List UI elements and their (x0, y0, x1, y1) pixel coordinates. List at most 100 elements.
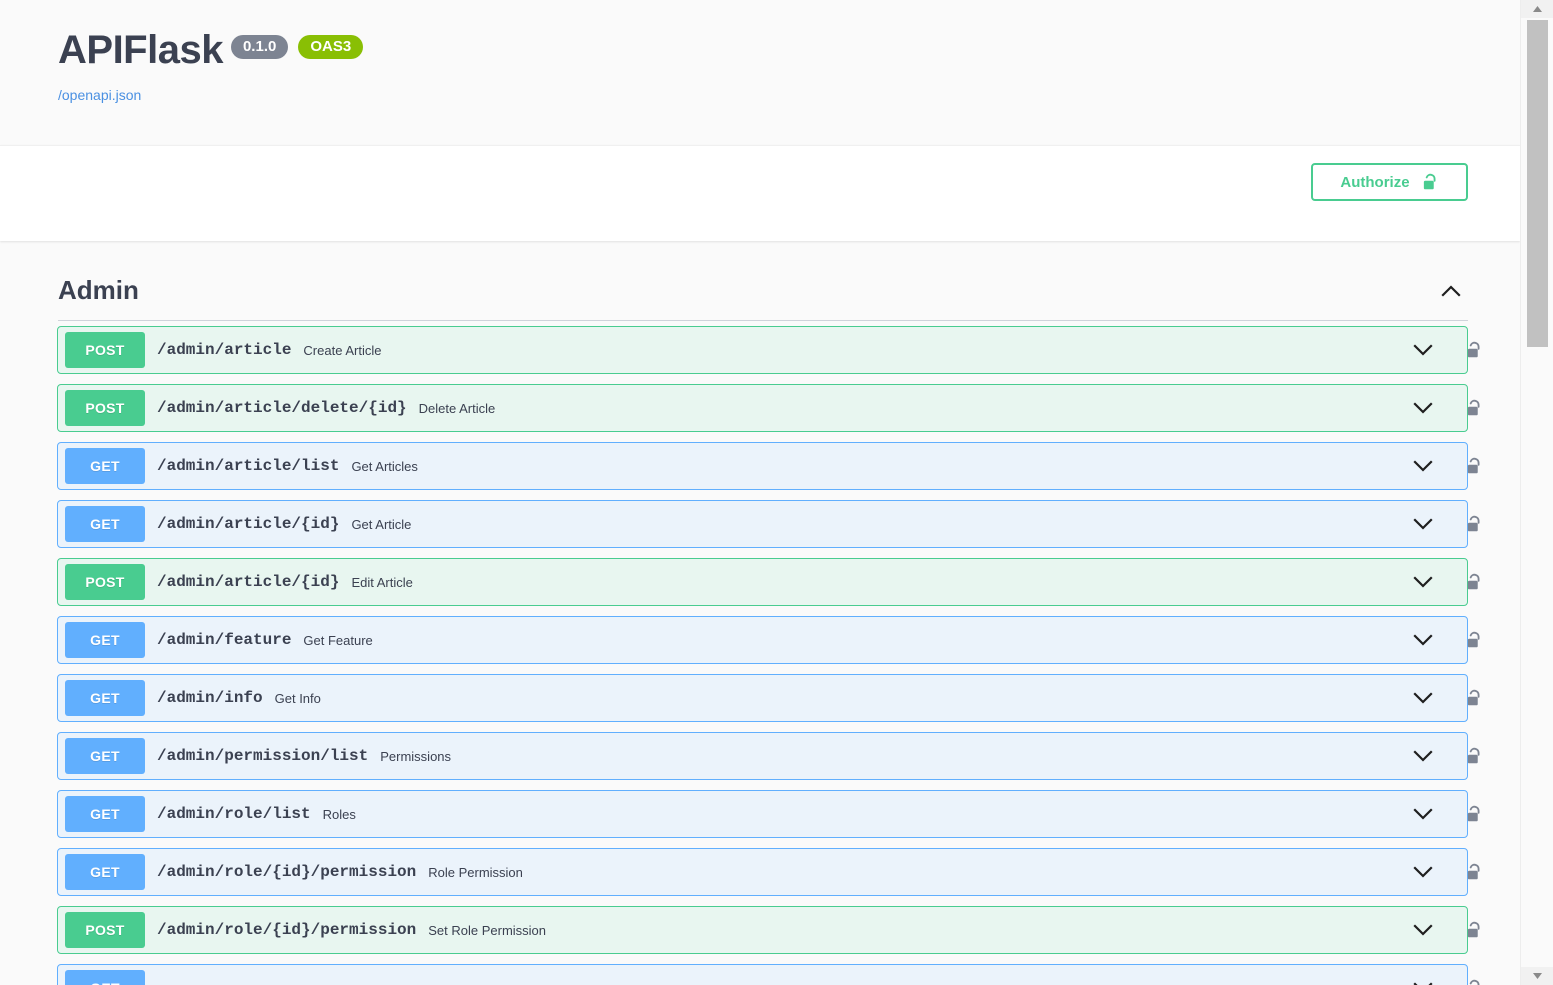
chevron-down-icon[interactable] (1413, 340, 1433, 360)
authorize-bar: Authorize (0, 145, 1520, 241)
api-version-badge: 0.1.0 (230, 35, 289, 59)
operation-row[interactable]: GET/admin/role/{id}/permission Role Permi… (57, 848, 1480, 896)
operation-method-badge: GET (65, 738, 145, 774)
operation-path: /admin/role/{id}/permission (157, 863, 417, 881)
operation-row[interactable]: GET/admin/permission/list Permissions (57, 732, 1480, 780)
operation-summary: Delete Article (418, 400, 496, 416)
operation-method-badge: GET (65, 970, 145, 985)
unlocked-padlock-icon (1422, 173, 1439, 192)
operation-method-badge: POST (65, 912, 145, 948)
operation-method-badge: GET (65, 796, 145, 832)
operation-path: /admin/role/list (157, 805, 311, 823)
operation-path: /admin/article/{id} (157, 573, 340, 591)
operation-method-badge: GET (65, 448, 145, 484)
operation-summary: Set Role Permission (428, 922, 547, 938)
operation-summary: Role Permission (428, 864, 523, 880)
authorize-button[interactable]: Authorize (1311, 163, 1468, 201)
operation-method-badge: GET (65, 854, 145, 890)
unlocked-padlock-icon[interactable] (1463, 629, 1485, 651)
api-title-row: APIFlask 0.1.0 OAS3 (58, 30, 1520, 71)
unlocked-padlock-icon[interactable] (1463, 339, 1485, 361)
operation-block: GET/admin/feature Get Feature (57, 611, 1480, 669)
operation-row[interactable]: POST/admin/article/delete/{id} Delete Art… (57, 384, 1480, 432)
operation-block: POST/admin/article/{id} Edit Article (57, 553, 1480, 611)
operation-method-badge: POST (65, 332, 145, 368)
unlocked-padlock-icon[interactable] (1463, 745, 1485, 767)
tag-header-admin[interactable]: Admin (58, 257, 1468, 321)
operation-row[interactable]: POST/admin/role/{id}/permission Set Role … (57, 906, 1480, 954)
unlocked-padlock-icon[interactable] (1463, 397, 1485, 419)
chevron-up-icon[interactable] (1440, 284, 1462, 298)
operation-block: POST/admin/article/delete/{id} Delete Art… (57, 379, 1480, 437)
operation-path: /admin/article/{id} (157, 515, 340, 533)
operation-row[interactable]: POST/admin/article/{id} Edit Article (57, 558, 1480, 606)
chevron-down-icon[interactable] (1413, 862, 1433, 882)
operation-block: GET/admin/permission/list Permissions (57, 727, 1480, 785)
operation-path: /admin/permission/list (157, 747, 369, 765)
chevron-down-icon[interactable] (1413, 804, 1433, 824)
operation-block: POST/admin/article Create Article (57, 321, 1480, 379)
unlocked-padlock-icon[interactable] (1463, 919, 1485, 941)
authorize-button-label: Authorize (1340, 173, 1410, 191)
chevron-down-icon[interactable] (1413, 746, 1433, 766)
unlocked-padlock-icon[interactable] (1463, 803, 1485, 825)
operation-method-badge: POST (65, 390, 145, 426)
oas-version-badge: OAS3 (298, 35, 364, 59)
operation-summary: Permissions (380, 748, 452, 764)
operations-list: POST/admin/article Create Article POST/adm… (0, 321, 1520, 985)
operation-block: GET/admin/article/{id} Get Article (57, 495, 1480, 553)
operation-method-badge: GET (65, 680, 145, 716)
chevron-down-icon[interactable] (1413, 978, 1433, 985)
unlocked-padlock-icon[interactable] (1463, 687, 1485, 709)
chevron-down-icon[interactable] (1413, 398, 1433, 418)
operation-block: POST/admin/role/{id}/permission Set Role … (57, 901, 1480, 959)
scroll-down-arrow-icon[interactable] (1521, 967, 1553, 985)
chevron-down-icon[interactable] (1413, 688, 1433, 708)
openapi-spec-link[interactable]: /openapi.json (58, 87, 141, 103)
tag-section-admin: Admin POST/admin/article Create Article PO… (0, 241, 1520, 985)
swagger-ui-page: APIFlask 0.1.0 OAS3 /openapi.json Author… (0, 0, 1553, 985)
operation-block: GET (57, 959, 1480, 985)
unlocked-padlock-icon[interactable] (1463, 571, 1485, 593)
unlocked-padlock-icon[interactable] (1463, 977, 1485, 985)
api-info-header: APIFlask 0.1.0 OAS3 /openapi.json (0, 0, 1520, 145)
operation-method-badge: GET (65, 622, 145, 658)
chevron-down-icon[interactable] (1413, 630, 1433, 650)
operation-path: /admin/info (157, 689, 263, 707)
operation-block: GET/admin/info Get Info (57, 669, 1480, 727)
operation-path: /admin/article (157, 341, 292, 359)
operation-block: GET/admin/role/list Roles (57, 785, 1480, 843)
operation-path: /admin/article/list (157, 457, 340, 475)
page-title: APIFlask (58, 28, 223, 72)
chevron-down-icon[interactable] (1413, 572, 1433, 592)
operation-path: /admin/feature (157, 631, 292, 649)
chevron-down-icon[interactable] (1413, 456, 1433, 476)
operation-row[interactable]: POST/admin/article Create Article (57, 326, 1480, 374)
operation-method-badge: GET (65, 506, 145, 542)
vertical-scrollbar[interactable] (1520, 0, 1553, 985)
unlocked-padlock-icon[interactable] (1463, 861, 1485, 883)
operation-method-badge: POST (65, 564, 145, 600)
operation-summary: Edit Article (351, 574, 413, 590)
operation-summary: Get Article (351, 516, 412, 532)
operation-row[interactable]: GET/admin/feature Get Feature (57, 616, 1480, 664)
operation-row[interactable]: GET/admin/info Get Info (57, 674, 1480, 722)
operation-row[interactable]: GET (57, 964, 1480, 985)
scroll-up-arrow-icon[interactable] (1521, 0, 1553, 18)
chevron-down-icon[interactable] (1413, 920, 1433, 940)
operation-summary: Create Article (303, 342, 382, 358)
swagger-content-column: APIFlask 0.1.0 OAS3 /openapi.json Author… (0, 0, 1520, 985)
unlocked-padlock-icon[interactable] (1463, 513, 1485, 535)
operation-path: /admin/article/delete/{id} (157, 399, 407, 417)
operation-row[interactable]: GET/admin/article/{id} Get Article (57, 500, 1480, 548)
operation-row[interactable]: GET/admin/role/list Roles (57, 790, 1480, 838)
operation-row[interactable]: GET/admin/article/list Get Articles (57, 442, 1480, 490)
operation-path: /admin/role/{id}/permission (157, 921, 417, 939)
operation-block: GET/admin/article/list Get Articles (57, 437, 1480, 495)
tag-name-label: Admin (58, 275, 139, 305)
scrollbar-thumb[interactable] (1527, 20, 1548, 347)
unlocked-padlock-icon[interactable] (1463, 455, 1485, 477)
operation-summary: Get Info (274, 690, 321, 706)
operation-summary: Get Feature (303, 632, 373, 648)
chevron-down-icon[interactable] (1413, 514, 1433, 534)
